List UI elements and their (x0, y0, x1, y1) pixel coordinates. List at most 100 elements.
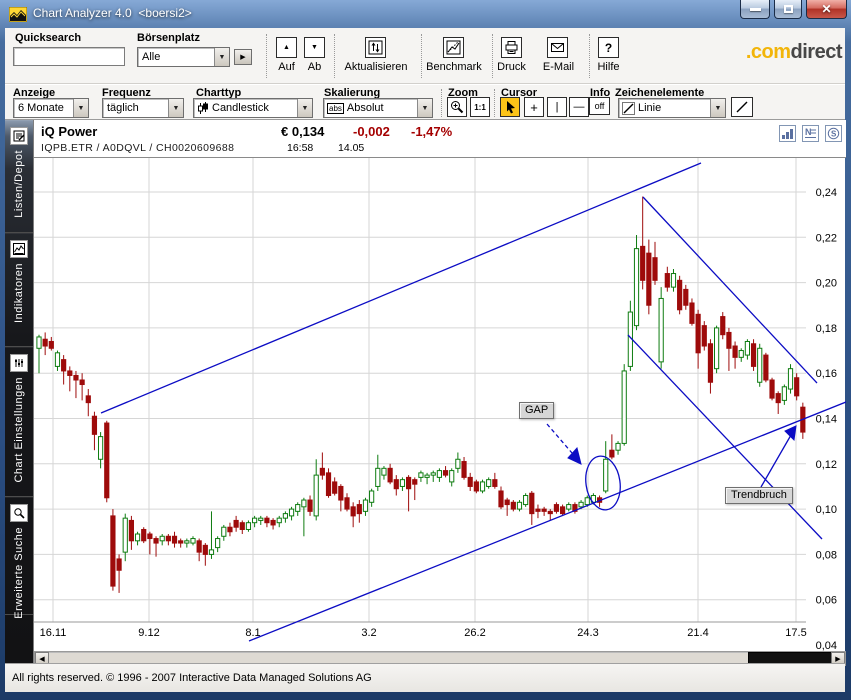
svg-text:0,20: 0,20 (816, 278, 837, 290)
ab-button[interactable]: ▼ (304, 37, 325, 58)
chart-panel: iQ Power IQPB.ETR / A0DQVL / CH002060968… (33, 120, 846, 666)
vertical-line-icon: | (555, 101, 559, 113)
svg-text:0,10: 0,10 (816, 504, 837, 516)
instrument-name: iQ Power (41, 124, 98, 139)
chart-options-toolbar: Anzeige 6 Monate ▼ Frequenz täglich ▼ Ch… (5, 84, 845, 120)
info-off-value: off (594, 101, 605, 111)
aktualisieren-button-label: Aktualisieren (344, 61, 408, 73)
currency-icon[interactable]: S (825, 125, 842, 142)
chevron-down-icon[interactable]: ▼ (297, 99, 312, 117)
auf-button[interactable]: ▲ (276, 37, 297, 58)
svg-text:S: S (831, 130, 837, 139)
zoom-one-to-one-button[interactable]: 1:1 (470, 97, 490, 117)
svg-text:9.12: 9.12 (138, 627, 159, 639)
svg-text:17.5: 17.5 (785, 627, 806, 639)
separator (266, 34, 267, 78)
benchmark-button[interactable] (443, 37, 464, 58)
window-content: Quicksearch Börsenplatz Alle ▼ ▶ ▲ Auf ▼… (5, 28, 846, 692)
quote-time: 16:58 (287, 142, 314, 154)
svg-text:0,16: 0,16 (816, 368, 837, 380)
minimize-icon (749, 7, 761, 11)
quote-price: € 0,134 (281, 124, 325, 139)
chevron-down-icon[interactable]: ▼ (417, 99, 432, 117)
minimize-button[interactable] (740, 0, 770, 19)
chevron-down-icon[interactable]: ▼ (214, 48, 229, 66)
maximize-button[interactable] (774, 0, 802, 19)
boersenplatz-value: Alle (142, 51, 161, 63)
boersenplatz-select[interactable]: Alle ▼ (137, 47, 230, 67)
news-icon[interactable]: N (802, 125, 819, 142)
frequenz-value: täglich (107, 102, 139, 114)
svg-text:0,06: 0,06 (816, 595, 837, 607)
druck-button[interactable] (501, 37, 522, 58)
sidebar-tab-chart-einstellungen[interactable]: Chart Einstellungen (5, 347, 33, 497)
bar-chart-icon[interactable] (779, 125, 796, 142)
svg-text:26.2: 26.2 (464, 627, 485, 639)
svg-text:16.11: 16.11 (40, 627, 67, 639)
maximize-icon (783, 5, 793, 13)
separator (494, 89, 495, 117)
candlestick-chart[interactable]: 16.11 9.12 8.1 3.2 26.2 24.3 21.4 17.50,240,220… (34, 158, 846, 651)
gap-annotation[interactable]: GAP (519, 402, 555, 419)
close-icon: ✕ (821, 2, 832, 16)
app-icon (9, 7, 27, 22)
anzeige-value: 6 Monate (18, 102, 64, 114)
logo-com: .com (745, 41, 791, 63)
sidebar-tab-erweiterte-suche[interactable]: Erweiterte Suche (5, 497, 33, 619)
boersenplatz-go-button[interactable]: ▶ (234, 49, 252, 65)
zeichenelemente-select[interactable]: Linie ▼ (618, 98, 726, 118)
svg-text:0,12: 0,12 (816, 459, 837, 471)
svg-text:0,04: 0,04 (816, 640, 837, 651)
candlestick-icon (198, 101, 208, 114)
logo-direct: direct (790, 41, 843, 63)
envelope-icon (551, 43, 564, 52)
status-bar: All rights reserved. © 1996 - 2007 Inter… (5, 663, 845, 692)
svg-text:3.2: 3.2 (361, 627, 376, 639)
sidebar-tab-label: Listen/Depot (13, 150, 25, 218)
hilfe-button[interactable]: ? (598, 37, 619, 58)
zoom-in-button[interactable] (447, 97, 467, 117)
skalierung-select[interactable]: abs Absolut ▼ (323, 98, 433, 118)
indicators-icon (10, 240, 28, 258)
crosshair-icon: + (530, 99, 538, 115)
instrument-ids: IQPB.ETR / A0DQVL / CH0020609688 (41, 142, 235, 154)
benchmark-chart-icon (446, 40, 461, 55)
abs-badge: abs (327, 102, 344, 114)
one-to-one-label: 1:1 (474, 102, 486, 112)
draw-line-button[interactable] (731, 97, 753, 117)
cursor-hline-button[interactable]: — (569, 97, 589, 117)
quicksearch-input[interactable] (13, 47, 125, 66)
sidebar-tab-label: Erweiterte Suche (13, 527, 25, 619)
cursor-pointer-button[interactable] (500, 97, 520, 117)
quicksearch-label: Quicksearch (15, 32, 82, 44)
email-button[interactable] (547, 37, 568, 58)
trendbruch-annotation[interactable]: Trendbruch (725, 487, 793, 504)
svg-text:0,08: 0,08 (816, 549, 837, 561)
sidebar-tab-indikatoren[interactable]: Indikatoren (5, 233, 33, 347)
chevron-down-icon[interactable]: ▼ (710, 99, 725, 117)
chevron-down-icon[interactable]: ▼ (168, 99, 183, 117)
cursor-vline-button[interactable]: | (547, 97, 567, 117)
separator (441, 89, 442, 117)
quote-change: -0,002 (353, 124, 390, 139)
line-tool-icon (622, 101, 635, 115)
hilfe-button-label: Hilfe (597, 61, 620, 73)
svg-text:0,18: 0,18 (816, 323, 837, 335)
sidebar-tab-label: Indikatoren (13, 263, 25, 323)
aktualisieren-button[interactable] (365, 37, 386, 58)
zeichenelemente-value: Linie (638, 102, 662, 114)
title-bar[interactable]: Chart Analyzer 4.0 <boersi2> ✕ (0, 0, 851, 28)
frequenz-select[interactable]: täglich ▼ (102, 98, 184, 118)
list-depot-icon (10, 127, 28, 145)
auf-button-label: Auf (278, 61, 295, 73)
separator (334, 34, 335, 78)
charttyp-select[interactable]: Candlestick ▼ (193, 98, 313, 118)
close-button[interactable]: ✕ (806, 0, 847, 19)
cursor-crosshair-button[interactable]: + (524, 97, 544, 117)
anzeige-select[interactable]: 6 Monate ▼ (13, 98, 89, 118)
chevron-down-icon[interactable]: ▼ (73, 99, 88, 117)
info-off-button[interactable]: off (589, 97, 610, 115)
settings-sliders-icon (10, 354, 28, 372)
sidebar-tab-listen-depot[interactable]: Listen/Depot (5, 120, 33, 233)
charttyp-value: Candlestick (212, 102, 269, 114)
